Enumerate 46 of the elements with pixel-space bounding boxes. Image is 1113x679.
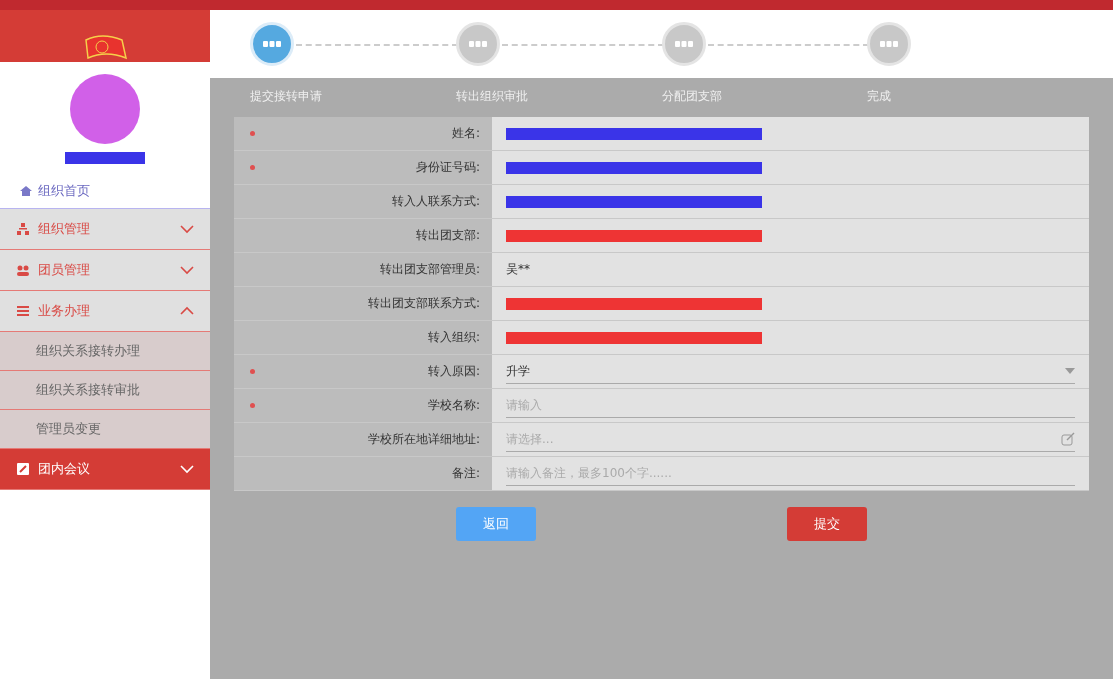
required-mark-icon	[250, 131, 255, 136]
people-icon	[16, 263, 30, 277]
required-mark-icon	[250, 165, 255, 170]
step-label: 转出组织审批	[455, 88, 529, 105]
field-label: 转出团支部管理员:	[379, 261, 480, 278]
field-label: 转入人联系方式:	[391, 193, 480, 210]
required-mark-icon	[250, 369, 255, 374]
step-label: 分配团支部	[661, 88, 723, 105]
field-label: 学校所在地详细地址:	[367, 431, 480, 448]
field-label: 转出团支部联系方式:	[367, 295, 480, 312]
field-label: 转入原因:	[427, 363, 480, 380]
submenu-item[interactable]: 管理员变更	[0, 410, 210, 449]
chevron-down-icon	[180, 464, 194, 474]
edit-icon	[16, 462, 30, 476]
caret-icon	[1065, 368, 1075, 374]
more-dots-icon	[263, 41, 281, 47]
chevron-down-icon	[180, 224, 194, 234]
field-label: 身份证号码:	[415, 159, 480, 176]
edit-icon	[1061, 432, 1075, 446]
reason-select[interactable]: 升学	[506, 359, 1075, 384]
step-label: 提交接转申请	[250, 88, 323, 105]
menu-icon	[16, 304, 30, 318]
field-value: 吴**	[506, 261, 530, 278]
back-button[interactable]: 返回	[455, 507, 536, 541]
required-mark-icon	[250, 403, 255, 408]
more-dots-icon	[468, 41, 487, 47]
menu-item[interactable]: 组织管理	[0, 209, 210, 250]
field-label: 学校名称:	[427, 397, 480, 414]
field-label: 转入组织:	[427, 329, 480, 346]
flag-emblem-icon	[82, 34, 128, 62]
more-dots-icon	[880, 41, 899, 47]
more-dots-icon	[674, 41, 693, 47]
home-icon	[20, 186, 32, 196]
hierarchy-icon	[16, 222, 30, 236]
field-label: 姓名:	[451, 125, 480, 142]
menu-item[interactable]: 团员管理	[0, 250, 210, 291]
menu-item[interactable]: 团内会议	[0, 449, 210, 490]
submenu-item[interactable]: 组织关系接转审批	[0, 371, 210, 410]
field-label: 备注:	[451, 465, 480, 482]
chevron-up-icon	[180, 306, 194, 316]
submenu-item[interactable]: 组织关系接转办理	[0, 332, 210, 371]
menu-item[interactable]: 业务办理	[0, 291, 210, 332]
field-label: 转出团支部:	[415, 227, 480, 244]
chevron-down-icon	[180, 265, 194, 275]
submit-button[interactable]: 提交	[787, 507, 868, 541]
step-label: 完成	[867, 88, 893, 105]
